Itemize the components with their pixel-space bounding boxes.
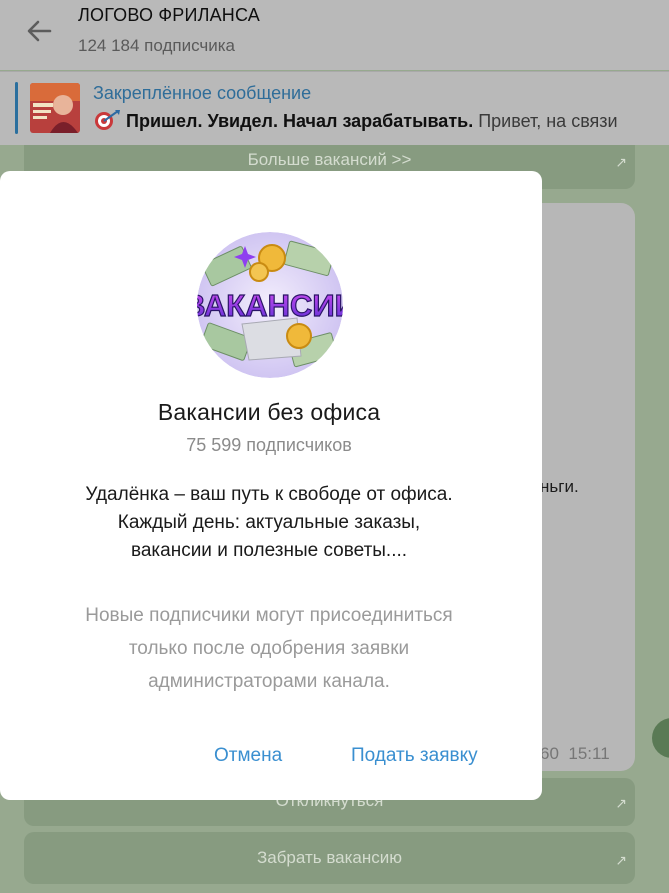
more-vacancies-label: Больше вакансий >> xyxy=(247,150,412,169)
external-link-icon: ↗ xyxy=(615,852,627,868)
note-line: Новые подписчики могут присоединиться xyxy=(85,605,453,626)
message-time: 15:11 xyxy=(568,744,610,763)
target-dart-icon xyxy=(93,109,121,131)
chat-header: ЛОГОВО ФРИЛАНСА 124 184 подписчика xyxy=(0,0,669,70)
join-channel-dialog: ВАКАНСИИ Вакансии без офиса 75 599 подпи… xyxy=(0,171,542,800)
description-line: Удалёнка – ваш путь к свободе от офиса. xyxy=(85,484,453,505)
channel-subscriber-count: 124 184 подписчика xyxy=(78,36,236,55)
dialog-channel-title: Вакансии без офиса xyxy=(157,399,381,425)
external-link-icon: ↗ xyxy=(615,154,627,170)
take-vacancy-label: Забрать вакансию xyxy=(256,848,403,867)
take-vacancy-button[interactable]: Забрать вакансию ↗ xyxy=(24,832,635,884)
message-meta: 60 15:11 xyxy=(540,744,610,764)
external-link-icon: ↗ xyxy=(615,795,627,811)
dialog-description: Удалёнка – ваш путь к свободе от офиса. … xyxy=(0,481,538,565)
note-line: администраторами канала. xyxy=(148,671,390,692)
pinned-label: Закреплённое сообщение xyxy=(93,83,312,103)
channel-avatar: ВАКАНСИИ xyxy=(197,232,343,378)
scroll-down-button[interactable] xyxy=(652,718,669,758)
pinned-thumbnail xyxy=(30,83,80,133)
message-views: 60 xyxy=(540,744,559,763)
pinned-message-bar[interactable]: Закреплённое сообщение Пришел. Увидел. Н… xyxy=(0,71,669,145)
pinned-bold-text: Пришел. Увидел. Начал зарабатывать. xyxy=(126,111,474,131)
dialog-subscriber-count: 75 599 подписчиков xyxy=(186,435,352,455)
dialog-approval-note: Новые подписчики могут присоединиться то… xyxy=(0,599,538,698)
message-text-fragment: ньги. xyxy=(540,477,579,496)
description-line: Каждый день: актуальные заказы, xyxy=(117,512,421,533)
note-line: только после одобрения заявки xyxy=(128,638,410,659)
avatar-word: ВАКАНСИИ xyxy=(197,288,343,323)
pinned-rest-text: Привет, на связи xyxy=(478,111,618,131)
pinned-indicator xyxy=(15,82,18,134)
channel-title[interactable]: ЛОГОВО ФРИЛАНСА xyxy=(78,5,260,26)
cancel-button[interactable]: Отмена xyxy=(214,745,282,767)
submit-request-button[interactable]: Подать заявку xyxy=(351,745,478,767)
description-line: вакансии и полезные советы.... xyxy=(130,540,408,561)
back-arrow-icon[interactable] xyxy=(22,14,56,48)
pinned-preview: Пришел. Увидел. Начал зарабатывать. Прив… xyxy=(93,109,618,132)
